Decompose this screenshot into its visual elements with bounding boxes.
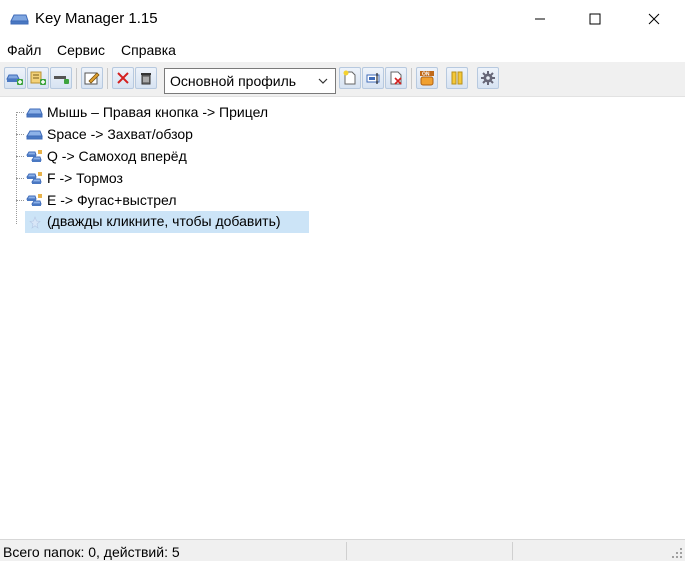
status-separator [512,542,513,560]
add-action-placeholder[interactable]: (дважды кликните, чтобы добавить) [25,211,309,233]
resize-grip-icon[interactable] [671,547,683,559]
new-profile-button[interactable] [339,67,361,89]
tree-connector [16,114,17,224]
window-title: Key Manager 1.15 [35,10,158,27]
close-button[interactable] [631,0,677,38]
menu-bar: Файл Сервис Справка [0,38,685,62]
add-key-icon [6,74,23,85]
add-folder-button[interactable] [27,67,49,89]
tree-item-label: Space -> Захват/обзор [47,126,193,142]
close-icon [648,13,660,25]
menu-file[interactable]: Файл [6,42,42,58]
on-off-icon: ON [420,71,434,86]
maximize-icon [589,13,601,25]
toolbar-separator [107,68,108,89]
key-icon [26,130,43,140]
pause-icon [451,71,463,85]
profile-select[interactable]: Основной профиль [164,68,336,94]
minimize-button[interactable] [517,0,563,38]
settings-button[interactable] [477,67,499,89]
add-action-hint: (дважды кликните, чтобы добавить) [47,213,281,229]
delete-x-icon [117,72,129,84]
title-bar: Key Manager 1.15 [0,0,685,38]
pause-button[interactable] [446,67,468,89]
rename-profile-button[interactable] [362,67,384,89]
clear-button[interactable] [135,67,157,89]
key-chain-icon [26,194,42,206]
key-manager-icon [10,14,29,25]
edit-icon [84,72,100,85]
delete-profile-button[interactable] [385,67,407,89]
toolbar: ON [0,62,685,97]
add-action-button[interactable] [4,67,26,89]
minimize-icon [535,18,545,20]
gear-icon [481,71,495,85]
new-document-icon [343,70,356,85]
key-chain-icon [26,172,42,184]
profile-select-value: Основной профиль [170,73,297,89]
status-text: Всего папок: 0, действий: 5 [3,544,180,560]
status-bar: Всего папок: 0, действий: 5 [0,539,685,561]
toolbar-separator [411,68,412,89]
delete-button[interactable] [112,67,134,89]
add-folder-icon [30,71,46,85]
menu-service[interactable]: Сервис [56,42,106,58]
tree-item-label: Мышь – Правая кнопка -> Прицел [47,104,269,120]
status-separator [346,542,347,560]
tree-item-label: F -> Тормоз [47,170,123,186]
on-off-button[interactable]: ON [416,67,438,89]
remove-icon [54,76,69,84]
menu-help[interactable]: Справка [120,42,177,58]
rename-icon [366,73,380,84]
chevron-down-icon [318,78,328,84]
tree-item-label: Q -> Самоход вперёд [47,148,187,164]
star-icon [29,216,41,229]
actions-tree[interactable]: Мышь – Правая кнопка -> Прицел Space -> … [0,97,685,539]
remove-button[interactable] [50,67,72,89]
trash-icon [141,73,151,85]
edit-button[interactable] [81,67,103,89]
tree-item-label: E -> Фугас+выстрел [47,192,177,208]
maximize-button[interactable] [572,0,618,38]
delete-document-icon [390,71,402,85]
key-icon [26,108,43,118]
key-chain-icon [26,150,42,162]
toolbar-separator [76,68,77,89]
